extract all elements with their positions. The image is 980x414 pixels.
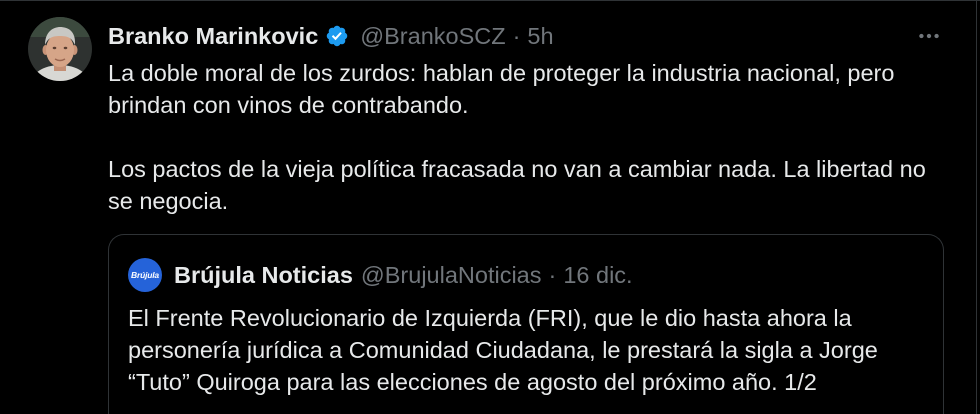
quoted-author-handle: @BrujulaNoticias: [360, 262, 542, 288]
top-divider: [0, 0, 980, 1]
tweet-text-line: brindan con vinos de contrabando.: [108, 92, 469, 118]
more-horizontal-icon: [919, 33, 939, 39]
quoted-tweet-text: El Frente Revolucionario de Izquierda (F…: [128, 302, 878, 398]
quoted-author-name: Brújula Noticias: [174, 262, 353, 288]
header-separator: ·: [512, 23, 521, 49]
avatar[interactable]: [28, 17, 92, 81]
column-divider: [976, 0, 977, 414]
tweet-text-line: Los pactos de la vieja política fracasad…: [108, 156, 926, 182]
author-name[interactable]: Branko Marinkovic: [108, 22, 318, 50]
tweet-text-line: La doble moral de los zurdos: hablan de …: [108, 60, 895, 86]
quoted-tweet-card[interactable]: Brújula Brújula Noticias @BrujulaNoticia…: [108, 234, 944, 414]
quoted-tweet-date: 16 dic.: [563, 262, 633, 288]
quoted-header-separator: ·: [548, 262, 557, 288]
quoted-text-line: “Tuto” Quiroga para las elecciones de ag…: [128, 369, 817, 395]
quoted-text-line: El Frente Revolucionario de Izquierda (F…: [128, 305, 852, 331]
tweet-timestamp[interactable]: 5h: [527, 22, 553, 50]
tweet-text-line: se negocia.: [108, 188, 229, 214]
tweet-text: La doble moral de los zurdos: hablan de …: [108, 57, 926, 217]
tweet-paragraph: Los pactos de la vieja política fracasad…: [108, 153, 926, 217]
quoted-tweet-header: Brújula Brújula Noticias @BrujulaNoticia…: [128, 258, 633, 292]
tweet-paragraph: La doble moral de los zurdos: hablan de …: [108, 57, 926, 121]
quoted-author-logo: Brújula: [128, 258, 162, 292]
avatar-photo: [28, 17, 92, 81]
quoted-text-line: personería jurídica a Comunidad Ciudadan…: [128, 337, 878, 363]
logo-lettering: Brújula: [131, 270, 159, 280]
more-options-button[interactable]: [916, 23, 942, 49]
verified-badge-icon: [327, 25, 348, 47]
tweet-header: Branko Marinkovic @BrankoSCZ · 5h: [108, 22, 554, 50]
author-handle[interactable]: @BrankoSCZ: [360, 22, 505, 50]
